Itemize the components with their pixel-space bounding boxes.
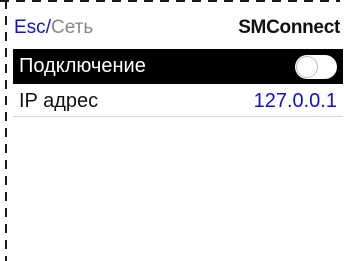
ip-address-row[interactable]: IP адрес 127.0.0.1 — [13, 86, 343, 117]
connection-row[interactable]: Подключение — [13, 49, 343, 84]
connection-toggle[interactable] — [295, 54, 337, 79]
ip-address-value[interactable]: 127.0.0.1 — [254, 90, 337, 113]
network-settings-screen: Esc / Сеть SMConnect Подключение IP адрес … — [0, 0, 347, 261]
back-button[interactable]: Esc — [14, 17, 46, 39]
header-bar: Esc / Сеть SMConnect — [14, 14, 340, 42]
connection-label: Подключение — [19, 55, 146, 77]
app-title: SMConnect — [238, 17, 340, 38]
dashed-border-left — [5, 0, 7, 261]
breadcrumb-current: Сеть — [50, 17, 94, 38]
toggle-knob — [297, 56, 317, 77]
breadcrumb: Esc / Сеть — [14, 17, 93, 39]
ip-address-label: IP адрес — [19, 89, 99, 112]
dashed-border-top — [0, 0, 340, 2]
